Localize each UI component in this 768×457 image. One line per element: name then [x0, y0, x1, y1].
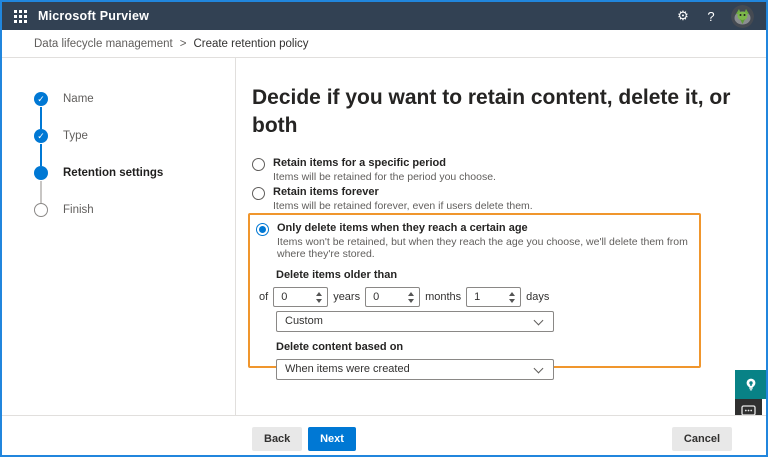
chevron-down-icon: [533, 363, 544, 374]
step-connector: [40, 107, 42, 129]
help-icon[interactable]: ?: [697, 2, 725, 30]
diagnostics-lightbulb-button[interactable]: [735, 370, 766, 399]
delete-items-older-than-heading: Delete items older than: [276, 269, 398, 281]
radio-button[interactable]: [252, 187, 265, 200]
step-upcoming-circle-icon: [34, 203, 48, 217]
top-app-bar: Microsoft Purview ⚙ ?: [2, 2, 766, 30]
step-name[interactable]: ✓ Name: [34, 92, 94, 106]
breadcrumb-separator: >: [179, 37, 187, 50]
months-stepper[interactable]: 0: [365, 287, 421, 307]
radio-button[interactable]: [252, 158, 265, 171]
step-type[interactable]: ✓ Type: [34, 129, 88, 143]
breadcrumb-section-link[interactable]: Data lifecycle management: [34, 38, 173, 50]
back-button[interactable]: Back: [252, 427, 303, 451]
app-launcher-icon[interactable]: [14, 9, 27, 23]
years-label: years: [333, 291, 361, 303]
delete-content-based-on-heading: Delete content based on: [276, 341, 404, 353]
of-prefix-label: of: [259, 291, 269, 303]
months-label: months: [425, 291, 462, 303]
account-avatar[interactable]: [731, 4, 754, 28]
step-retention-settings[interactable]: Retention settings: [34, 166, 163, 180]
breadcrumb: Data lifecycle management > Create reten…: [34, 38, 309, 50]
stepper-up-down-icons[interactable]: [408, 291, 419, 303]
option-retain-forever[interactable]: Retain items forever Items will be retai…: [252, 186, 533, 212]
step-finish[interactable]: Finish: [34, 203, 94, 217]
stepper-up-down-icons[interactable]: [509, 291, 520, 303]
stepper-up-down-icons[interactable]: [316, 291, 327, 303]
breadcrumb-bar: Data lifecycle management > Create reten…: [2, 30, 766, 58]
breadcrumb-current-page: Create retention policy: [193, 37, 309, 50]
settings-gear-icon[interactable]: ⚙: [669, 2, 697, 30]
step-complete-check-icon: ✓: [34, 129, 48, 143]
radio-button-selected[interactable]: [256, 223, 269, 236]
option-retain-specific-period[interactable]: Retain items for a specific period Items…: [252, 157, 496, 183]
purview-window: Microsoft Purview ⚙ ? Data lifecycle man…: [0, 0, 768, 457]
wizard-step-rail: ✓ Name ✓ Type Retention settings Finish: [2, 58, 236, 415]
lightbulb-icon: [746, 378, 755, 390]
days-stepper[interactable]: 1: [466, 287, 522, 307]
delete-basis-dropdown[interactable]: When items were created: [276, 359, 554, 380]
duration-preset-dropdown[interactable]: Custom: [276, 311, 554, 332]
page-title: Decide if you want to retain content, de…: [252, 86, 731, 137]
app-title: Microsoft Purview: [38, 9, 150, 23]
age-spinner-row: of 0 years 0 months 1 days: [259, 287, 693, 307]
option-only-delete[interactable]: Only delete items when they reach a cert…: [256, 222, 693, 260]
step-complete-check-icon: ✓: [34, 92, 48, 106]
next-button[interactable]: Next: [308, 427, 356, 451]
step-connector: [40, 181, 42, 203]
years-stepper[interactable]: 0: [273, 287, 329, 307]
selected-option-highlight-box: Only delete items when they reach a cert…: [248, 213, 701, 380]
step-connector: [40, 144, 42, 166]
cancel-button[interactable]: Cancel: [671, 427, 732, 451]
chevron-down-icon: [533, 315, 544, 326]
days-label: days: [526, 291, 550, 303]
wizard-footer: Back Next Cancel: [2, 415, 766, 455]
step-current-dot-icon: [34, 166, 48, 180]
